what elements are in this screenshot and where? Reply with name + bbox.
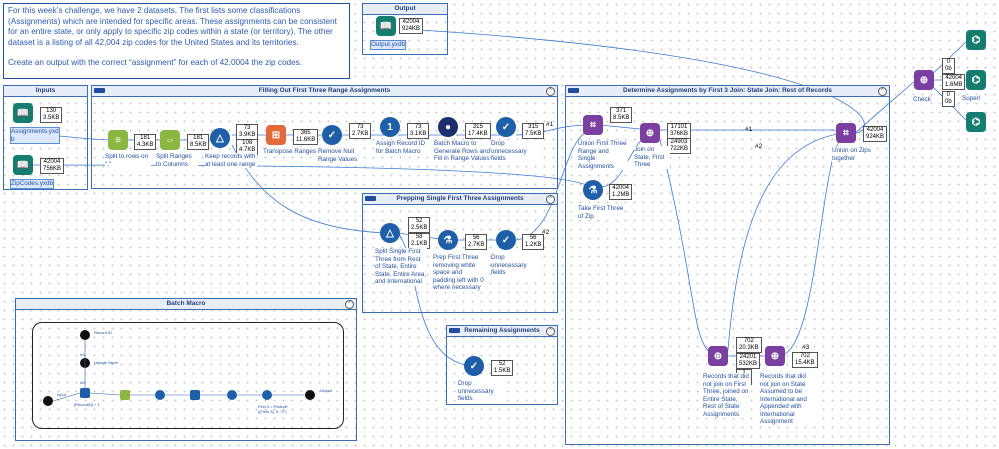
batch-connection-lines (52, 340, 305, 402)
